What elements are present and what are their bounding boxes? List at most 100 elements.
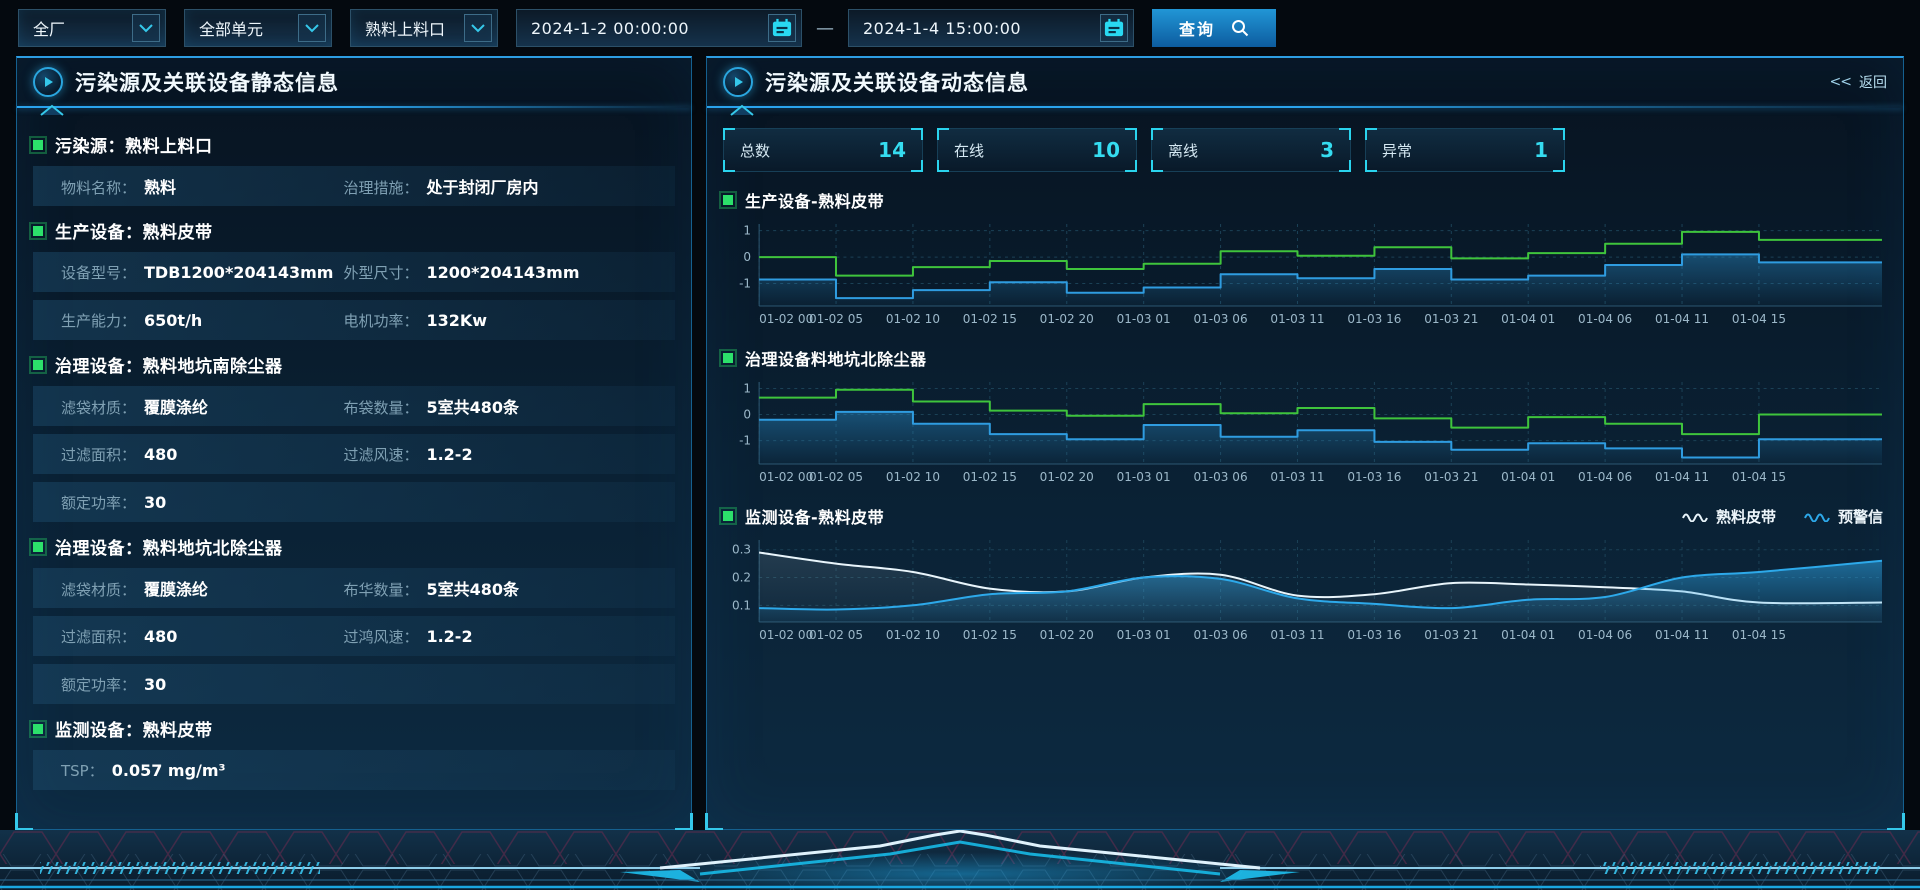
info-row: TSP：0.057 mg/m³ [33,750,675,790]
info-cell: 外型尺寸：1200*204143mm [343,262,675,283]
svg-text:01-04 11: 01-04 11 [1655,312,1709,326]
query-button[interactable]: 查询 [1152,9,1276,47]
svg-text:01-04 11: 01-04 11 [1655,628,1709,642]
svg-text:01-04 01: 01-04 01 [1501,628,1555,642]
field-label: 设备型号： [61,262,136,283]
info-cell: 过滤面积：480 [61,626,343,647]
start-datetime-input[interactable]: 2024-1-2 00:00:00 [516,9,802,47]
dynamic-panel-header: 污染源及关联设备动态信息 << 返回 [707,58,1903,106]
svg-text:01-02 05: 01-02 05 [809,470,863,484]
monitor-device-chart: 监测设备-熟料皮带 熟料皮带预警信 0.30.20.101-02 0001-02… [723,504,1887,646]
source-select[interactable]: 熟料上料口 [350,9,498,47]
stat-value: 10 [1092,138,1120,162]
info-row: 生产能力：650t/h电机功率：132Kw [33,300,675,340]
end-datetime-input[interactable]: 2024-1-4 15:00:00 [848,9,1134,47]
info-cell: 额定功率：30 [61,674,675,695]
svg-text:01-03 06: 01-03 06 [1194,628,1248,642]
calendar-icon[interactable] [1100,14,1128,42]
section-title: 监测设备：熟料皮带 [55,716,213,741]
field-value: 480 [144,627,177,646]
svg-text:01-03 21: 01-03 21 [1424,628,1478,642]
svg-text:01-04 15: 01-04 15 [1732,312,1786,326]
stat-value: 1 [1534,138,1548,162]
svg-text:01-03 11: 01-03 11 [1270,312,1324,326]
info-row: 额定功率：30 [33,664,675,704]
stat-label: 异常 [1382,140,1412,161]
svg-text:0.3: 0.3 [732,543,751,557]
svg-text:01-02 10: 01-02 10 [886,312,940,326]
info-row: 滤袋材质：覆膜涤纶布华数量：5室共480条 [33,568,675,608]
chart-title-row: 监测设备-熟料皮带 熟料皮带预警信 [723,504,1887,528]
back-button[interactable]: << 返回 [1830,72,1887,92]
play-icon [723,67,753,97]
svg-text:01-02 10: 01-02 10 [886,628,940,642]
field-value: 覆膜涤纶 [144,576,208,600]
green-square-icon [33,724,43,734]
chevron-down-icon [464,14,492,42]
static-info-panel: 污染源及关联设备静态信息 污染源：熟料上料口物料名称：熟料治理措施：处于封闭厂房… [16,56,692,830]
svg-text:01-04 01: 01-04 01 [1501,470,1555,484]
field-label: 过鸿风速： [343,626,418,647]
legend-label: 预警信 [1838,506,1883,527]
stat-label: 总数 [740,140,770,161]
svg-text:01-03 06: 01-03 06 [1194,470,1248,484]
series-area [759,412,1882,464]
chart-title: 生产设备-熟料皮带 [745,188,884,212]
wave-line-icon [1682,510,1708,522]
section-header: 治理设备：熟料地坑北除尘器 [33,534,675,559]
info-cell: 布华数量： 5室共480条 [343,576,675,600]
green-square-icon [33,140,43,150]
info-cell: 生产能力：650t/h [61,310,343,331]
field-value: 132Kw [426,311,487,330]
chart-canvas: 10-101-02 0001-02 0501-02 1001-02 1501-0… [723,218,1887,330]
field-value: 熟料 [144,174,176,198]
svg-text:01-03 11: 01-03 11 [1270,470,1324,484]
field-label: 滤袋材质： [61,397,136,418]
green-square-icon [723,195,733,205]
svg-text:01-02 15: 01-02 15 [963,628,1017,642]
stat-offline[interactable]: 离线 3 [1151,128,1351,172]
legend-item[interactable]: 预警信 [1804,506,1883,527]
stat-abnormal[interactable]: 异常 1 [1365,128,1565,172]
field-value: 5室共480条 [426,576,519,600]
svg-text:01-02 00: 01-02 00 [759,312,813,326]
info-cell: 额定功率：30 [61,492,675,513]
field-label: 布华数量： [343,579,418,600]
chevron-down-icon [132,14,160,42]
start-datetime-value: 2024-1-2 00:00:00 [531,19,689,38]
section-header: 监测设备：熟料皮带 [33,716,675,741]
svg-text:01-03 01: 01-03 01 [1117,470,1171,484]
stat-label: 离线 [1168,140,1198,161]
production-device-chart: 生产设备-熟料皮带 10-101-02 0001-02 0501-02 1001… [723,188,1887,330]
calendar-icon[interactable] [768,14,796,42]
unit-select[interactable]: 全部单元 [184,9,332,47]
section-header: 生产设备：熟料皮带 [33,218,675,243]
plant-select[interactable]: 全厂 [18,9,166,47]
svg-text:01-04 06: 01-04 06 [1578,312,1632,326]
section-header: 污染源：熟料上料口 [33,132,675,157]
svg-text:01-04 06: 01-04 06 [1578,470,1632,484]
device-stats-row: 总数 14 在线 10 离线 3 异常 1 [723,128,1887,172]
field-value: 650t/h [144,311,202,330]
field-value: 1.2-2 [426,445,472,464]
svg-text:0.1: 0.1 [732,598,751,612]
svg-text:01-02 10: 01-02 10 [886,470,940,484]
svg-text:01-02 05: 01-02 05 [809,312,863,326]
info-row: 滤袋材质：覆膜涤纶布袋数量：5室共480条 [33,386,675,426]
field-label: 外型尺寸： [343,262,418,283]
green-square-icon [33,542,43,552]
svg-text:01-02 20: 01-02 20 [1040,470,1094,484]
info-cell: 滤袋材质：覆膜涤纶 [61,394,343,418]
svg-text:01-02 20: 01-02 20 [1040,312,1094,326]
stat-online[interactable]: 在线 10 [937,128,1137,172]
field-label: 布袋数量： [343,397,418,418]
field-value: 30 [144,493,166,512]
info-cell: 过滤风速：1.2-2 [343,444,675,465]
legend-item[interactable]: 熟料皮带 [1682,506,1776,527]
stat-total[interactable]: 总数 14 [723,128,923,172]
dynamic-panel-title: 污染源及关联设备动态信息 [765,67,1029,97]
section-title: 治理设备：熟料地坑北除尘器 [55,534,283,559]
info-row: 过滤面积：480过滤风速：1.2-2 [33,434,675,474]
field-value: 30 [144,675,166,694]
svg-text:01-02 15: 01-02 15 [963,470,1017,484]
